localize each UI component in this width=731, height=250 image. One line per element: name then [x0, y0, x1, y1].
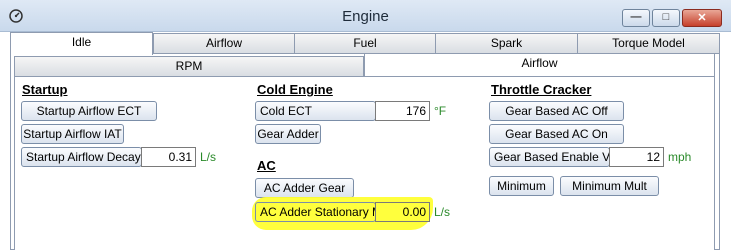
minimize-icon: —: [630, 11, 642, 23]
gear-based-ac-on-button[interactable]: Gear Based AC On: [489, 124, 624, 144]
close-icon: ✕: [697, 12, 707, 24]
close-button[interactable]: ✕: [682, 9, 722, 27]
minimum-mult-button[interactable]: Minimum Mult: [560, 176, 659, 196]
gear-based-enable-vss-button[interactable]: Gear Based Enable VSS: [489, 147, 610, 167]
tab-idle[interactable]: Idle: [10, 32, 153, 55]
cold-ect-field[interactable]: 176: [375, 101, 430, 121]
tab-torque-model[interactable]: Torque Model: [577, 33, 720, 53]
maximize-button[interactable]: □: [652, 9, 680, 27]
cold-ect-button[interactable]: Cold ECT: [255, 101, 376, 121]
gear-based-ac-off-button[interactable]: Gear Based AC Off: [489, 101, 624, 121]
tab-spark[interactable]: Spark: [435, 33, 578, 53]
startup-airflow-decay-button[interactable]: Startup Airflow Decay: [21, 147, 142, 167]
startup-airflow-decay-field[interactable]: 0.31: [141, 147, 196, 167]
gear-based-enable-vss-field[interactable]: 12: [609, 147, 664, 167]
subtab-airflow[interactable]: Airflow: [364, 53, 715, 76]
startup-heading: Startup: [22, 82, 68, 97]
gear-based-enable-vss-unit: mph: [668, 150, 692, 164]
throttle-cracker-heading: Throttle Cracker: [491, 82, 592, 97]
minimize-button[interactable]: —: [622, 9, 650, 27]
startup-airflow-ect-button[interactable]: Startup Airflow ECT: [21, 101, 157, 121]
ac-adder-stationary-min-field[interactable]: 0.00: [375, 202, 430, 222]
maximize-icon: □: [662, 11, 670, 23]
ac-heading: AC: [257, 158, 276, 173]
cold-engine-heading: Cold Engine: [257, 82, 333, 97]
startup-airflow-decay-unit: L/s: [200, 150, 217, 164]
subtab-rpm[interactable]: RPM: [14, 56, 364, 76]
cold-ect-unit: °F: [434, 104, 447, 118]
ac-adder-stationary-min-button[interactable]: AC Adder Stationary Min: [255, 202, 376, 222]
ac-adder-stationary-min-unit: L/s: [434, 205, 451, 219]
tab-fuel[interactable]: Fuel: [294, 33, 436, 53]
gear-adder-button[interactable]: Gear Adder: [255, 124, 321, 144]
tab-airflow[interactable]: Airflow: [153, 33, 295, 53]
ac-adder-gear-button[interactable]: AC Adder Gear: [255, 178, 354, 198]
minimum-button[interactable]: Minimum: [489, 176, 554, 196]
main-tab-row: Idle Airflow Fuel Spark Torque Model: [10, 32, 720, 55]
title-bar: Engine — □ ✕: [0, 0, 731, 32]
startup-airflow-iat-button[interactable]: Startup Airflow IAT: [21, 124, 124, 144]
